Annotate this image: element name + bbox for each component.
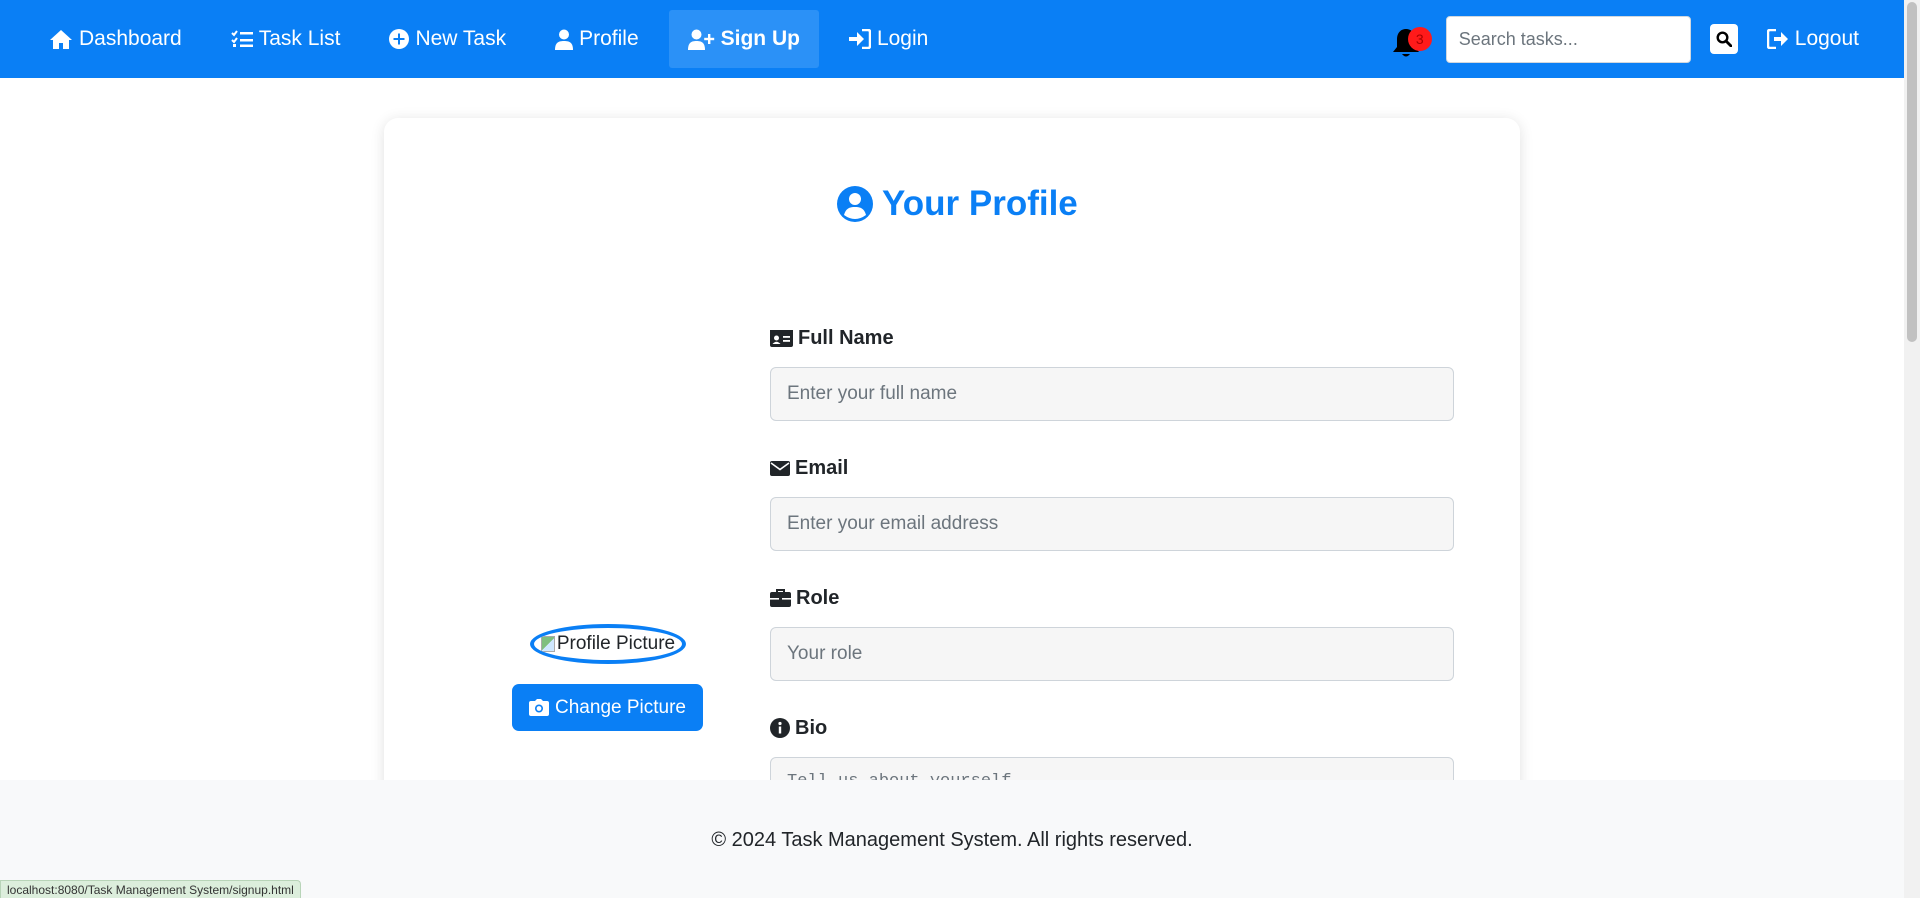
nav-dashboard[interactable]: Dashboard [30, 10, 201, 68]
footer-text: © 2024 Task Management System. All right… [711, 829, 1193, 851]
role-label-text: Role [796, 586, 840, 609]
role-group: Role [770, 585, 1454, 681]
broken-image-icon [540, 636, 555, 652]
scrollbar-thumb[interactable] [1907, 2, 1917, 342]
nav-new-task[interactable]: New Task [370, 10, 525, 68]
notification-badge: 3 [1407, 27, 1432, 51]
info-circle-icon [770, 718, 790, 738]
change-picture-label: Change Picture [555, 696, 686, 718]
full-name-label-text: Full Name [798, 326, 894, 349]
nav-profile-label: Profile [579, 27, 639, 50]
search-input[interactable] [1445, 15, 1691, 63]
sign-in-icon [848, 29, 871, 49]
email-group: Email [770, 455, 1454, 551]
profile-card: Your Profile Profile Picture Change Pict… [384, 118, 1520, 878]
nav-task-list[interactable]: Task List [212, 10, 360, 68]
list-check-icon [231, 30, 253, 47]
search-icon [1716, 31, 1732, 47]
avatar-alt-text: Profile Picture [556, 633, 676, 654]
notifications[interactable]: 3 [1386, 19, 1432, 59]
bio-label: Bio [770, 715, 1454, 741]
id-card-icon [770, 329, 793, 347]
nav-task-list-label: Task List [258, 27, 341, 50]
change-picture-button[interactable]: Change Picture [512, 684, 703, 731]
role-input[interactable] [770, 627, 1454, 681]
user-icon [555, 29, 574, 50]
logout-button[interactable]: Logout [1766, 27, 1859, 51]
search-button[interactable] [1709, 24, 1738, 54]
navbar: Dashboard Task List New Task Profile Sig… [0, 0, 1904, 78]
full-name-group: Full Name [770, 325, 1454, 421]
user-circle-icon [837, 186, 873, 222]
role-label: Role [770, 585, 1454, 611]
camera-icon [529, 699, 550, 716]
page-scrollbar[interactable] [1904, 0, 1920, 898]
nav-login-label: Login [876, 27, 929, 50]
envelope-icon [770, 460, 790, 476]
logout-icon [1766, 29, 1788, 49]
nav-sign-up[interactable]: Sign Up [668, 10, 819, 68]
page-title: Your Profile [837, 184, 1078, 224]
nav-login[interactable]: Login [830, 10, 947, 68]
briefcase-icon [770, 589, 791, 607]
avatar: Profile Picture [530, 624, 686, 664]
status-bar-url: localhost:8080/Task Management System/si… [0, 880, 301, 898]
email-input[interactable] [770, 497, 1454, 551]
bio-label-text: Bio [795, 716, 828, 739]
user-plus-icon [687, 29, 714, 50]
full-name-input[interactable] [770, 367, 1454, 421]
email-label-text: Email [795, 456, 849, 479]
logout-label: Logout [1794, 27, 1859, 50]
home-icon [50, 29, 72, 49]
plus-circle-icon [389, 29, 410, 49]
full-name-label: Full Name [770, 325, 1454, 351]
page-title-text: Your Profile [882, 184, 1078, 223]
nav-new-task-label: New Task [415, 27, 507, 50]
nav-profile[interactable]: Profile [536, 10, 658, 68]
nav-sign-up-label: Sign Up [720, 27, 800, 50]
email-label: Email [770, 455, 1454, 481]
nav-dashboard-label: Dashboard [79, 27, 182, 50]
nav-right: 3 Logout [1386, 0, 1904, 78]
